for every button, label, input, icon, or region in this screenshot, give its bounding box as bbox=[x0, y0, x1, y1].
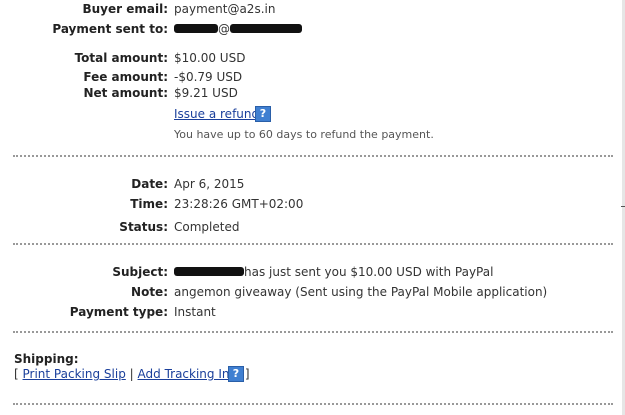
note-label: Note: bbox=[131, 285, 168, 299]
net-amount-value: $9.21 USD bbox=[174, 86, 238, 100]
status-value: Completed bbox=[174, 220, 240, 234]
total-amount-label: Total amount: bbox=[74, 51, 168, 65]
redaction-scribble bbox=[174, 267, 244, 276]
date-label: Date: bbox=[131, 177, 168, 191]
subject-text: has just sent you $10.00 USD with PayPal bbox=[244, 265, 494, 279]
subject-label: Subject: bbox=[112, 265, 168, 279]
section-divider bbox=[13, 403, 613, 405]
shipping-actions: [ Print Packing Slip | Add Tracking Info… bbox=[14, 367, 250, 381]
section-divider bbox=[13, 243, 613, 245]
time-label: Time: bbox=[130, 197, 168, 211]
fee-amount-label: Fee amount: bbox=[83, 70, 168, 84]
total-amount-value: $10.00 USD bbox=[174, 51, 246, 65]
subject-value: has just sent you $10.00 USD with PayPal bbox=[174, 265, 493, 279]
fee-amount-value: -$0.79 USD bbox=[174, 70, 243, 84]
issue-refund-link[interactable]: Issue a refund bbox=[174, 107, 259, 121]
refund-note: You have up to 60 days to refund the pay… bbox=[174, 128, 434, 141]
bracket-open: [ bbox=[14, 367, 19, 381]
buyer-email-value: payment@a2s.in bbox=[174, 2, 276, 16]
time-value: 23:28:26 GMT+02:00 bbox=[174, 197, 304, 211]
section-divider bbox=[13, 331, 613, 333]
sent-to-at-sign: @ bbox=[218, 22, 230, 36]
status-label: Status: bbox=[119, 220, 168, 234]
print-packing-slip-link[interactable]: Print Packing Slip bbox=[23, 367, 126, 381]
note-value: angemon giveaway (Sent using the PayPal … bbox=[174, 285, 548, 299]
date-value: Apr 6, 2015 bbox=[174, 177, 245, 191]
net-amount-label: Net amount: bbox=[83, 86, 168, 100]
redaction-scribble bbox=[174, 24, 218, 33]
scrollbar-marker bbox=[621, 206, 625, 207]
add-tracking-info-link[interactable]: Add Tracking Info bbox=[138, 367, 242, 381]
bracket-close: ] bbox=[244, 367, 250, 381]
payment-sent-to-value: @ bbox=[174, 22, 302, 36]
redaction-scribble bbox=[230, 24, 302, 33]
buyer-email-label: Buyer email: bbox=[82, 2, 168, 16]
link-separator: | bbox=[129, 367, 134, 381]
payment-sent-to-label: Payment sent to: bbox=[52, 22, 168, 36]
help-icon[interactable]: ? bbox=[255, 106, 271, 122]
section-divider bbox=[13, 155, 613, 157]
help-icon[interactable]: ? bbox=[228, 366, 244, 382]
payment-type-label: Payment type: bbox=[69, 305, 168, 319]
payment-type-value: Instant bbox=[174, 305, 216, 319]
shipping-title: Shipping: bbox=[14, 352, 79, 366]
